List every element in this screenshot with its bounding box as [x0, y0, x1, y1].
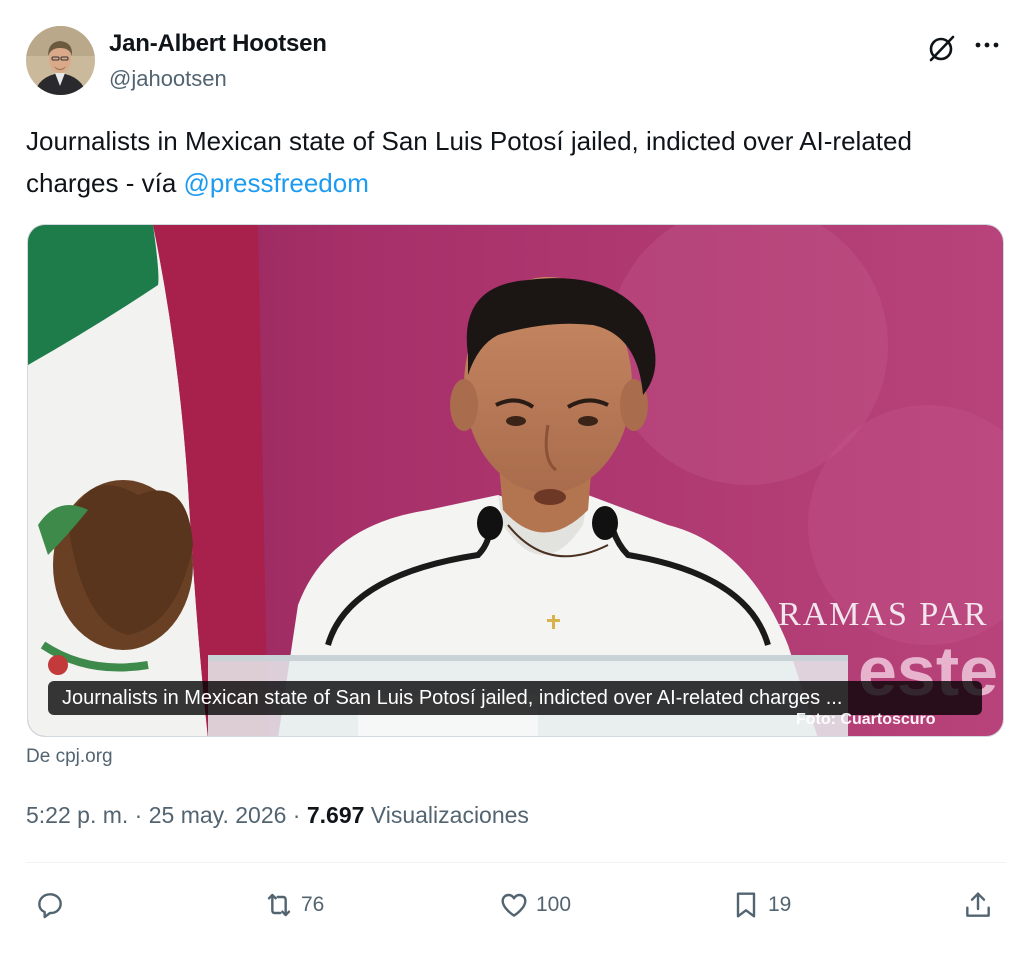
meta-separator: · — [286, 802, 307, 828]
mention-link[interactable]: @pressfreedom — [184, 168, 369, 198]
bookmark-button[interactable]: 19 — [730, 880, 791, 930]
link-card-caption[interactable]: Journalists in Mexican state of San Luis… — [48, 681, 982, 715]
link-source[interactable]: De cpj.org — [26, 746, 113, 768]
grok-icon[interactable] — [926, 32, 958, 64]
share-icon — [966, 892, 990, 917]
action-bar: 76 100 19 — [0, 880, 1024, 930]
divider — [26, 862, 1006, 863]
share-button[interactable] — [962, 880, 994, 930]
reply-button[interactable] — [34, 880, 72, 930]
tweet-text: Journalists in Mexican state of San Luis… — [26, 120, 986, 204]
meta-separator: · — [128, 802, 149, 828]
photo-credit: Foto: Cuartoscuro — [796, 711, 936, 728]
tweet-date[interactable]: 25 may. 2026 — [149, 802, 287, 828]
more-options-icon[interactable] — [972, 30, 1002, 60]
bookmark-count: 19 — [768, 893, 792, 916]
tweet-body: Journalists in Mexican state of San Luis… — [26, 126, 912, 198]
tweet-header: Jan-Albert Hootsen @jahootsen — [26, 26, 1006, 96]
heart-icon — [501, 893, 527, 917]
retweet-icon — [267, 893, 291, 917]
reply-icon — [38, 893, 62, 919]
tweet-time[interactable]: 5:22 p. m. — [26, 802, 128, 828]
retweet-button[interactable]: 76 — [263, 880, 324, 930]
like-button[interactable]: 100 — [498, 880, 571, 930]
like-count: 100 — [536, 893, 572, 916]
user-handle[interactable]: @jahootsen — [109, 66, 227, 92]
tweet-meta: 5:22 p. m. · 25 may. 2026 · 7.697 Visual… — [26, 802, 529, 829]
views-label: Visualizaciones — [364, 802, 529, 828]
user-name[interactable]: Jan-Albert Hootsen — [109, 30, 327, 58]
retweet-count: 76 — [301, 893, 325, 916]
backdrop-text-1: RAMAS PAR — [778, 596, 988, 633]
bookmark-icon — [736, 892, 756, 918]
link-card-image[interactable]: RAMAS PAR este — [27, 224, 1004, 737]
avatar[interactable] — [26, 26, 95, 95]
views-count: 7.697 — [306, 802, 365, 828]
